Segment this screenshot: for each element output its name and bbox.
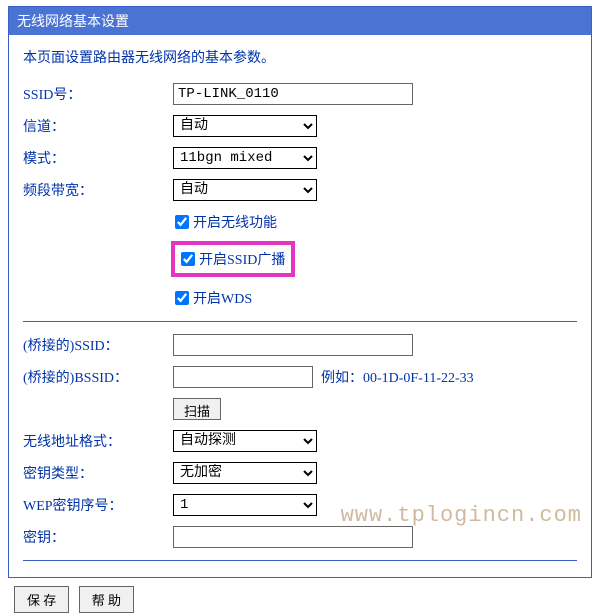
ssid-label: SSID号： <box>23 84 173 104</box>
divider-2 <box>23 560 577 561</box>
divider-1 <box>23 321 577 322</box>
enable-wireless-label: 开启无线功能 <box>193 212 277 232</box>
key-label: 密钥： <box>23 527 173 547</box>
ssid-row: SSID号： <box>23 81 577 107</box>
enable-ssid-broadcast-label: 开启SSID广播 <box>199 249 285 269</box>
footer-buttons: 保 存 帮 助 <box>14 586 600 613</box>
enable-wireless-row: 开启无线功能 <box>23 209 577 235</box>
scan-row: 扫描 <box>23 396 577 422</box>
addr-format-row: 无线地址格式： 自动探测 <box>23 428 577 454</box>
enable-ssid-broadcast-row: 开启SSID广播 <box>23 241 577 277</box>
addr-format-select[interactable]: 自动探测 <box>173 430 317 452</box>
enable-wds-checkbox[interactable] <box>175 291 189 305</box>
bridge-bssid-row: (桥接的)BSSID： 例如：00-1D-0F-11-22-33 <box>23 364 577 390</box>
mode-label: 模式： <box>23 148 173 168</box>
bridge-bssid-input[interactable] <box>173 366 313 388</box>
save-button[interactable]: 保 存 <box>14 586 69 613</box>
addr-format-label: 无线地址格式： <box>23 431 173 451</box>
key-type-row: 密钥类型： 无加密 <box>23 460 577 486</box>
key-type-select[interactable]: 无加密 <box>173 462 317 484</box>
key-type-label: 密钥类型： <box>23 463 173 483</box>
key-input[interactable] <box>173 526 413 548</box>
bandwidth-label: 频段带宽： <box>23 180 173 200</box>
wep-index-label: WEP密钥序号： <box>23 495 173 515</box>
enable-ssid-broadcast-checkbox[interactable] <box>181 252 195 266</box>
mode-select[interactable]: 11bgn mixed <box>173 147 317 169</box>
bandwidth-select[interactable]: 自动 <box>173 179 317 201</box>
panel-title: 无线网络基本设置 <box>9 7 591 35</box>
panel-body: 本页面设置路由器无线网络的基本参数。 SSID号： 信道： 自动 模式： 11b… <box>9 35 591 577</box>
key-row: 密钥： <box>23 524 577 550</box>
ssid-input[interactable] <box>173 83 413 105</box>
bridge-bssid-label: (桥接的)BSSID： <box>23 367 173 387</box>
bridge-ssid-label: (桥接的)SSID： <box>23 335 173 355</box>
bssid-hint: 例如：00-1D-0F-11-22-33 <box>321 367 474 387</box>
scan-button[interactable]: 扫描 <box>173 398 221 420</box>
help-button[interactable]: 帮 助 <box>79 586 134 613</box>
mode-row: 模式： 11bgn mixed <box>23 145 577 171</box>
channel-select[interactable]: 自动 <box>173 115 317 137</box>
wep-index-row: WEP密钥序号： 1 <box>23 492 577 518</box>
enable-wireless-checkbox[interactable] <box>175 215 189 229</box>
channel-row: 信道： 自动 <box>23 113 577 139</box>
wireless-settings-panel: 无线网络基本设置 本页面设置路由器无线网络的基本参数。 SSID号： 信道： 自… <box>8 6 592 578</box>
bridge-ssid-row: (桥接的)SSID： <box>23 332 577 358</box>
bandwidth-row: 频段带宽： 自动 <box>23 177 577 203</box>
channel-label: 信道： <box>23 116 173 136</box>
page-description: 本页面设置路由器无线网络的基本参数。 <box>23 47 577 67</box>
bridge-ssid-input[interactable] <box>173 334 413 356</box>
enable-wds-label: 开启WDS <box>193 288 252 308</box>
wep-index-select[interactable]: 1 <box>173 494 317 516</box>
enable-wds-row: 开启WDS <box>23 285 577 311</box>
highlight-box: 开启SSID广播 <box>171 241 295 277</box>
